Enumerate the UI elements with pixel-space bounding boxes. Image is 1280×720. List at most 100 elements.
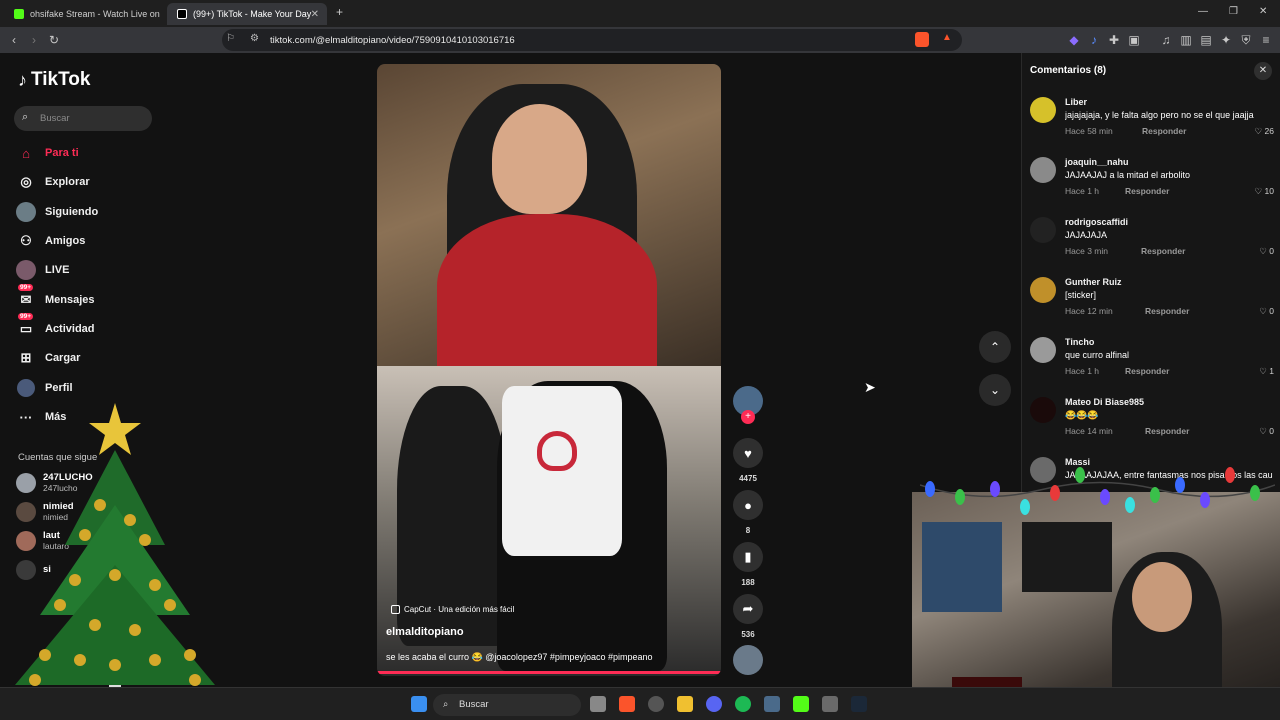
close-tab-icon[interactable]: ✕: [311, 9, 319, 20]
comment-like-button[interactable]: ♡ 26: [1255, 126, 1274, 137]
brave-rewards-icon[interactable]: ▲: [942, 32, 952, 43]
taskbar-search[interactable]: ⌕ Buscar: [433, 694, 581, 716]
screenshot-icon[interactable]: ▣: [1126, 32, 1142, 48]
sidebar-item-explorar[interactable]: ◎ Explorar: [16, 171, 89, 193]
capcut-label: CapCut · Una edición más fácil: [404, 605, 515, 614]
vpn-icon[interactable]: ⛨: [1238, 32, 1254, 48]
video-caption: se les acaba el curro 😂 @joacolopez97 #p…: [386, 652, 653, 662]
comment-like-button[interactable]: ♡ 0: [1259, 246, 1274, 257]
back-icon[interactable]: ‹: [6, 32, 22, 48]
comment-like-button[interactable]: ♡ 1: [1259, 366, 1274, 377]
comment-user[interactable]: Liber: [1065, 97, 1087, 107]
red-jersey: [437, 214, 657, 374]
sidebar-item-actividad[interactable]: ▭ 99+ Actividad: [16, 313, 95, 340]
spotify-icon[interactable]: [735, 696, 751, 712]
avatar[interactable]: [1030, 97, 1056, 123]
sidebar-item-label: Mensajes: [45, 294, 95, 306]
bookmark-icon[interactable]: ⚐: [226, 33, 235, 44]
video-player[interactable]: CapCut · Una edición más fácil elmaldito…: [377, 64, 721, 676]
save-button[interactable]: ▮ 188: [733, 542, 763, 587]
reply-button[interactable]: Responder: [1141, 246, 1185, 256]
media-icon[interactable]: ♫: [1158, 32, 1174, 48]
comment-like-button[interactable]: ♡ 0: [1259, 426, 1274, 437]
tab-tiktok[interactable]: (99+) TikTok - Make Your Day ✕: [167, 3, 327, 25]
file-explorer-icon[interactable]: [677, 696, 693, 712]
comment-user[interactable]: Gunther Ruiz: [1065, 277, 1122, 287]
avatar[interactable]: [1030, 217, 1056, 243]
avatar[interactable]: [1030, 337, 1056, 363]
avatar[interactable]: [1030, 397, 1056, 423]
sidebar-item-live[interactable]: LIVE: [16, 259, 69, 281]
avatar[interactable]: [1030, 157, 1056, 183]
creator-avatar[interactable]: +: [733, 386, 763, 424]
reply-button[interactable]: Responder: [1125, 186, 1169, 196]
sidebar-item-amigos[interactable]: ⚇ Amigos: [16, 230, 85, 252]
restore-window-button[interactable]: ❐: [1229, 6, 1238, 17]
wall-poster: [922, 522, 1002, 612]
comment-user[interactable]: rodrigoscaffidi: [1065, 217, 1128, 227]
steam-icon[interactable]: [851, 696, 867, 712]
sidebar-item-cargar[interactable]: ⊞ Cargar: [16, 347, 81, 369]
wallet-icon[interactable]: ▤: [1198, 32, 1214, 48]
brave-browser-icon[interactable]: [619, 696, 635, 712]
task-view-icon[interactable]: [590, 696, 606, 712]
sidebar-item-mensajes[interactable]: ✉ 99+ Mensajes: [16, 284, 95, 311]
sidebar-item-para-ti[interactable]: ⌂ Para ti: [16, 142, 79, 164]
next-video-button[interactable]: ⌄: [979, 374, 1011, 406]
sound-avatar[interactable]: [733, 645, 763, 675]
comment-like-count: 1: [1269, 366, 1274, 376]
reply-button[interactable]: Responder: [1142, 126, 1186, 136]
minimize-window-button[interactable]: —: [1198, 6, 1208, 17]
share-button[interactable]: ➦ 536: [733, 594, 763, 639]
forward-icon[interactable]: ›: [26, 32, 42, 48]
audio-extension-icon[interactable]: ♪: [1086, 32, 1102, 48]
leo-ai-icon[interactable]: ✦: [1218, 32, 1234, 48]
like-button[interactable]: ♥ 4475: [733, 438, 763, 483]
sidebar-item-siguiendo[interactable]: Siguiendo: [16, 201, 98, 223]
extension-icon[interactable]: ◆: [1066, 32, 1082, 48]
masterchef-apron: [502, 386, 622, 556]
activity-icon: ▭ 99+: [18, 313, 34, 336]
reply-button[interactable]: Responder: [1145, 426, 1189, 436]
follow-plus-icon[interactable]: +: [741, 410, 755, 424]
kick-icon[interactable]: [793, 696, 809, 712]
close-window-button[interactable]: ✕: [1259, 6, 1267, 17]
comment-like-button[interactable]: ♡ 0: [1259, 306, 1274, 317]
reply-button[interactable]: Responder: [1125, 366, 1169, 376]
video-progress-bar[interactable]: [377, 671, 721, 674]
new-tab-button[interactable]: +: [336, 5, 343, 19]
sidebar-toggle-icon[interactable]: ▥: [1178, 32, 1194, 48]
tab-ohsifake-stream[interactable]: ohsifake Stream - Watch Live on: [4, 3, 164, 25]
close-comments-button[interactable]: ✕: [1254, 62, 1272, 80]
capcut-tag[interactable]: CapCut · Una edición más fácil: [391, 605, 514, 614]
comment-text: JAJAAJAJ a la mitad el arbolito: [1065, 170, 1191, 180]
discord-icon[interactable]: [706, 696, 722, 712]
video-author[interactable]: elmalditopiano: [386, 626, 464, 638]
reply-button[interactable]: Responder: [1145, 306, 1189, 316]
extensions-puzzle-icon[interactable]: ✚: [1106, 32, 1122, 48]
comment-user[interactable]: Tincho: [1065, 337, 1094, 347]
comment-user[interactable]: joaquin__nahu: [1065, 157, 1129, 167]
menu-icon[interactable]: ≡: [1258, 32, 1274, 48]
avatar[interactable]: [1030, 277, 1056, 303]
tiktok-logo[interactable]: ♪ TikTok: [18, 69, 90, 91]
heart-outline-icon: ♡: [1259, 426, 1267, 436]
comment-user[interactable]: Mateo Di Biase985: [1065, 397, 1144, 407]
comment-item: Tincho que curro alfinal Hace 1 h Respon…: [1030, 337, 1276, 393]
browser-tab-bar: ohsifake Stream - Watch Live on (99+) Ti…: [0, 0, 1280, 27]
comment-time: Hace 1 h: [1065, 366, 1100, 376]
app-icon[interactable]: [764, 696, 780, 712]
friends-icon: ⚇: [20, 233, 32, 248]
brave-shields-icon[interactable]: [915, 32, 929, 47]
app-icon[interactable]: [822, 696, 838, 712]
search-input[interactable]: ⌕ Buscar: [14, 106, 152, 131]
obs-icon[interactable]: [648, 696, 664, 712]
search-placeholder: Buscar: [40, 113, 70, 124]
site-info-icon[interactable]: ⚙: [250, 33, 259, 44]
address-bar[interactable]: ⚐ ⚙ tiktok.com/@elmalditopiano/video/759…: [222, 29, 962, 51]
reload-icon[interactable]: ↻: [46, 32, 62, 48]
comment-like-button[interactable]: ♡ 10: [1255, 186, 1274, 197]
previous-video-button[interactable]: ⌃: [979, 331, 1011, 363]
windows-start-icon[interactable]: [411, 696, 427, 712]
comment-button[interactable]: ● 8: [733, 490, 763, 535]
